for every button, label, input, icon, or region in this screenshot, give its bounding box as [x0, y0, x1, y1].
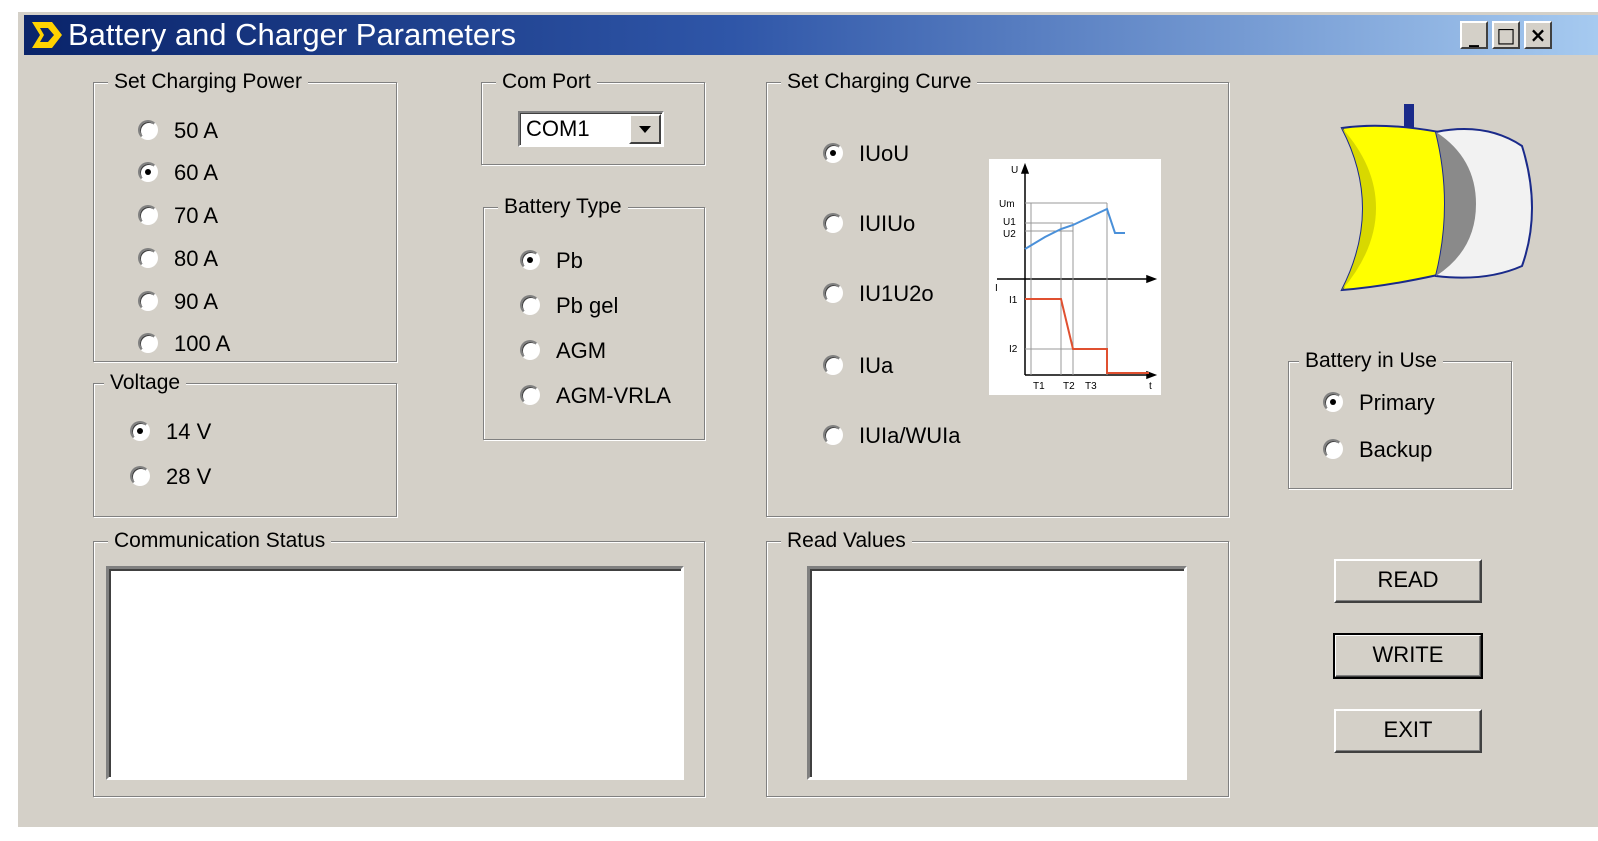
title-bar[interactable]: Battery and Charger Parameters _ □ ×	[24, 15, 1598, 55]
axis-label-i: I	[995, 283, 998, 294]
read-values-legend: Read Values	[781, 527, 912, 555]
radio-label: 60 A	[174, 160, 219, 185]
write-button[interactable]: WRITE	[1333, 633, 1483, 679]
radio-selected-dot	[145, 169, 151, 175]
minimize-button[interactable]: _	[1460, 21, 1488, 49]
radio-label: 70 A	[174, 203, 219, 228]
radio-circle	[138, 205, 158, 225]
voltage-legend: Voltage	[104, 369, 187, 397]
radio-label: IUIa/WUIa	[859, 423, 961, 448]
charging-power-group: Set Charging Power 50 A 60 A 70 A 80 A 9…	[93, 68, 397, 362]
radio-circle	[520, 340, 540, 360]
radio-circle	[130, 466, 150, 486]
radio-selected-dot	[137, 428, 143, 434]
radio-circle	[130, 421, 150, 441]
radio-label: IUoU	[859, 141, 910, 166]
radio-circle	[823, 355, 843, 375]
radio-circle	[138, 333, 158, 353]
maximize-button[interactable]: □	[1492, 21, 1520, 49]
radio-circle	[1323, 392, 1343, 412]
radio-label: IU1U2o	[859, 281, 934, 306]
radio-selected-dot	[830, 150, 836, 156]
read-button[interactable]: READ	[1334, 559, 1482, 603]
charging-power-legend: Set Charging Power	[108, 68, 308, 96]
axis-label-t1: T1	[1033, 381, 1045, 392]
close-button[interactable]: ×	[1524, 21, 1552, 49]
radio-label: Primary	[1359, 390, 1435, 415]
radio-label: AGM-VRLA	[556, 383, 671, 408]
radio-circle	[823, 283, 843, 303]
dropdown-arrow-icon[interactable]	[629, 114, 661, 144]
radio-label: 14 V	[166, 419, 212, 444]
axis-label-t: t	[1149, 381, 1152, 392]
radio-label: 50 A	[174, 118, 219, 143]
axis-label-um: Um	[999, 199, 1015, 210]
communication-status-legend: Communication Status	[108, 527, 332, 555]
radio-selected-dot	[527, 257, 533, 263]
axis-label-t2: T2	[1063, 381, 1075, 392]
radio-circle	[520, 295, 540, 315]
axis-label-u2: U2	[1003, 229, 1016, 240]
radio-circle	[138, 162, 158, 182]
battery-type-legend: Battery Type	[498, 193, 628, 221]
radio-circle	[823, 425, 843, 445]
charging-curve-legend: Set Charging Curve	[781, 68, 978, 96]
communication-status-textbox[interactable]	[106, 566, 684, 780]
exit-button[interactable]: EXIT	[1334, 709, 1482, 753]
com-port-group: Com Port COM1	[481, 68, 705, 165]
radio-circle	[823, 213, 843, 233]
radio-circle	[520, 385, 540, 405]
charging-curve-diagram: U Um U1 U2 I I1 I2 T1 T2 T3 t	[989, 159, 1161, 395]
axis-label-i1: I1	[1009, 295, 1018, 306]
radio-circle	[138, 248, 158, 268]
radio-label: Pb gel	[556, 293, 619, 318]
radio-label: Backup	[1359, 437, 1433, 462]
battery-icon	[1340, 104, 1533, 292]
axis-label-u: U	[1011, 165, 1018, 176]
radio-circle	[823, 143, 843, 163]
radio-circle	[138, 291, 158, 311]
current-curve-line	[1025, 298, 1149, 374]
communication-status-group: Communication Status	[93, 527, 705, 797]
com-port-select[interactable]: COM1	[518, 111, 664, 147]
radio-label: 100 A	[174, 331, 231, 356]
com-port-value: COM1	[526, 116, 590, 141]
read-values-group: Read Values	[766, 527, 1229, 797]
battery-type-group: Battery Type Pb Pb gel AGM AGM-VRLA	[483, 193, 705, 440]
radio-selected-dot	[1330, 399, 1336, 405]
com-port-legend: Com Port	[496, 68, 597, 96]
battery-in-use-group: Battery in Use Primary Backup	[1288, 347, 1512, 489]
read-values-textbox[interactable]	[807, 566, 1187, 780]
radio-label: 80 A	[174, 246, 219, 271]
radio-circle	[1323, 439, 1343, 459]
radio-circle	[138, 120, 158, 140]
radio-label: AGM	[556, 338, 607, 363]
voltage-curve-line	[1024, 207, 1125, 250]
radio-label: IUa	[859, 353, 894, 378]
axis-label-i2: I2	[1009, 344, 1018, 355]
battery-in-use-legend: Battery in Use	[1299, 347, 1443, 375]
window-title: Battery and Charger Parameters	[68, 17, 516, 52]
voltage-group: Voltage 14 V 28 V	[93, 369, 397, 517]
axis-label-u1: U1	[1003, 217, 1016, 228]
radio-circle	[520, 250, 540, 270]
app-logo-icon	[32, 22, 62, 48]
charging-curve-group: Set Charging Curve IUoU IUIUo IU1U2o IUa…	[766, 68, 1229, 517]
radio-label: Pb	[556, 248, 583, 273]
radio-label: 90 A	[174, 289, 219, 314]
radio-label: IUIUo	[859, 211, 916, 236]
radio-label: 28 V	[166, 464, 212, 489]
axis-label-t3: T3	[1085, 381, 1097, 392]
main-window: Battery and Charger Parameters _ □ × Set…	[18, 12, 1598, 827]
